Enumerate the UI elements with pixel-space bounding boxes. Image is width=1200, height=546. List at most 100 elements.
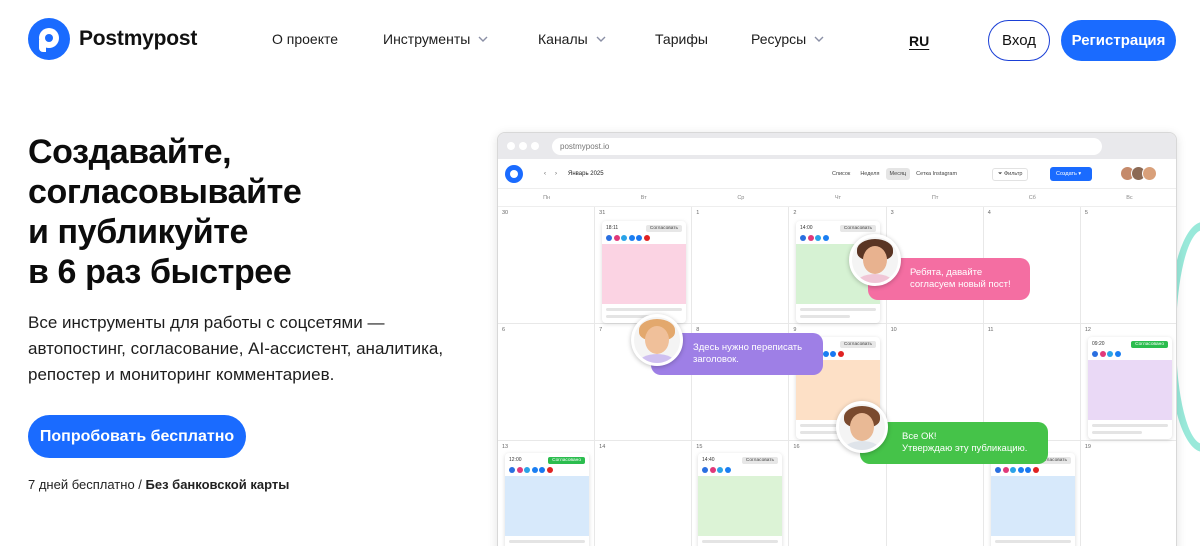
tab-week: Неделя	[860, 171, 880, 177]
day-number: 15	[696, 444, 703, 450]
chat-line: Здесь нужно переписать	[693, 342, 803, 353]
day-number: 12	[1084, 327, 1091, 333]
day-number: 31	[599, 210, 606, 216]
login-button[interactable]: Вход	[988, 20, 1050, 61]
chat-line: Все ОК!	[902, 431, 937, 442]
calendar-day-cell: 6	[498, 324, 596, 441]
prev-arrow-icon: ‹	[544, 171, 546, 177]
social-network-icon	[717, 467, 723, 473]
day-number: 2	[793, 210, 797, 216]
nav-item-resources[interactable]: Ресурсы	[751, 31, 826, 47]
nav-label: О проекте	[272, 31, 339, 47]
social-icons	[1088, 351, 1172, 360]
day-number: 3	[890, 210, 894, 216]
post-card: 14:40 Согласовать	[698, 453, 782, 546]
text-placeholder	[995, 540, 1071, 543]
nav-item-pricing[interactable]: Тарифы	[655, 31, 708, 47]
tab-list: Список	[832, 171, 851, 177]
post-card: Согласовать	[991, 453, 1075, 546]
day-number: 7	[599, 327, 603, 333]
create-button: Создать ▾	[1050, 167, 1092, 181]
filter-button: ⏷ Фильтр	[992, 168, 1029, 181]
post-card-header: 14:40 Согласовать	[698, 453, 782, 467]
day-number: 10	[890, 327, 897, 333]
user-avatar-photo	[836, 401, 888, 453]
user-avatar-photo	[849, 234, 901, 286]
social-network-icon	[509, 467, 515, 473]
language-switcher[interactable]: RU	[909, 33, 929, 49]
view-tabs: Список Неделя Месяц Сетка Instagram	[828, 168, 961, 180]
social-network-icon	[815, 235, 821, 241]
status-badge: Согласовать	[839, 224, 876, 232]
social-network-icon	[1017, 467, 1024, 473]
weekday-label: Вс	[1126, 195, 1133, 201]
social-network-icon	[1092, 351, 1098, 357]
post-card: 18:11 Согласовать	[602, 221, 686, 323]
hero-subtitle-line: Все инструменты для работы с соцсетями —	[28, 313, 385, 332]
user-avatar-photo	[631, 314, 683, 366]
weekday-label: Ср	[737, 195, 745, 201]
hero-subtitle: Все инструменты для работы с соцсетями —…	[28, 310, 458, 388]
nav-label: Тарифы	[655, 31, 708, 47]
site-header: Postmypost О проекте Инструменты Каналы …	[0, 0, 1200, 82]
day-number: 11	[987, 327, 994, 333]
chat-bubble: Все ОК! Утверждаю эту публикацию.	[860, 422, 1048, 464]
nav-item-tools[interactable]: Инструменты	[383, 31, 490, 47]
app-screenshot-mockup: postmypost.io ‹ › Январь 2025 Список Нед…	[497, 132, 1177, 546]
social-network-icon	[621, 235, 627, 241]
status-badge: Согласовано	[548, 456, 585, 464]
nav-item-about[interactable]: О проекте	[272, 31, 338, 47]
weekday-label: Пн	[543, 195, 551, 201]
hero-subtitle-line: репостер и мониторинг комментариев.	[28, 365, 335, 384]
calendar-day-cell: 1	[692, 207, 790, 324]
social-network-icon	[516, 467, 523, 473]
social-network-icon	[724, 467, 731, 473]
hero-subtitle-line: автопостинг, согласование, AI-ассистент,…	[28, 339, 444, 358]
register-button[interactable]: Регистрация	[1061, 20, 1176, 61]
window-dot	[519, 142, 527, 150]
status-badge: Согласовать	[645, 224, 682, 232]
nav-label: Каналы	[538, 31, 588, 47]
text-placeholder	[702, 540, 778, 543]
text-placeholder	[800, 315, 851, 318]
tab-month: Месяц	[885, 168, 911, 180]
text-placeholder	[509, 540, 585, 543]
chat-line: Ребята, давайте	[910, 267, 983, 278]
text-placeholder	[800, 308, 876, 311]
social-icons	[698, 467, 782, 476]
day-number: 19	[1084, 444, 1091, 450]
try-free-button[interactable]: Попробовать бесплатно	[28, 415, 246, 458]
day-number: 4	[987, 210, 991, 216]
nav-item-channels[interactable]: Каналы	[538, 31, 608, 47]
hero-title-line: в 6 раз быстрее	[28, 253, 292, 291]
social-network-icon	[822, 235, 829, 241]
post-image	[698, 476, 782, 536]
address-bar: postmypost.io	[552, 138, 1102, 155]
social-network-icon	[1114, 351, 1121, 357]
post-time: 09:20	[1092, 341, 1105, 347]
day-number: 30	[502, 210, 509, 216]
post-card-header: 09:20 Согласовано	[1088, 337, 1172, 351]
social-network-icon	[606, 235, 612, 241]
post-card: 12:00 Согласовано	[505, 453, 589, 546]
social-network-icon	[995, 467, 1001, 473]
tab-instagram-grid: Сетка Instagram	[916, 171, 958, 177]
weekday-label: Пт	[931, 195, 939, 201]
social-network-icon	[1099, 351, 1106, 357]
nav-label: Ресурсы	[751, 31, 807, 47]
day-number: 1	[696, 210, 700, 216]
calendar-toolbar: ‹ › Январь 2025 Список Неделя Месяц Сетк…	[498, 159, 1176, 189]
avatar	[1142, 166, 1157, 181]
trial-note-bold: Без банковской карты	[145, 477, 290, 492]
next-arrow-icon: ›	[555, 171, 557, 177]
hero-title-line: Создавайте,	[28, 133, 232, 171]
chevron-down-icon	[596, 36, 606, 42]
social-network-icon	[524, 467, 530, 473]
weekday-label: Вт	[640, 195, 647, 201]
weekday-label: Сб	[1028, 195, 1036, 201]
weekday-label: Чт	[834, 195, 842, 201]
logo[interactable]: Postmypost	[28, 18, 197, 60]
post-time: 12:00	[509, 457, 522, 463]
social-network-icon	[800, 235, 806, 241]
social-network-icon	[822, 351, 829, 357]
